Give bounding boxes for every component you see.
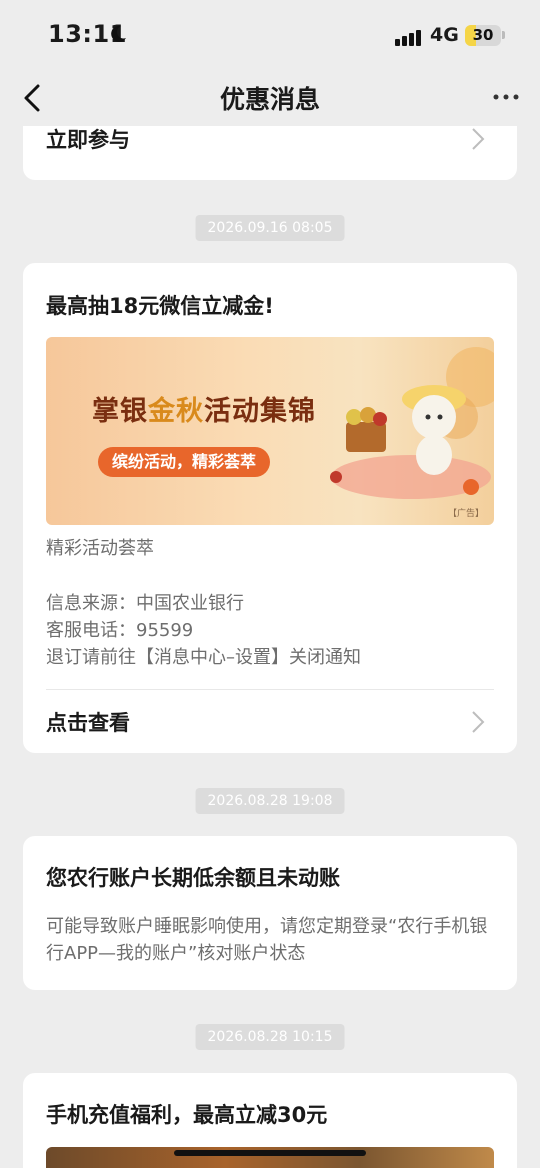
battery-tip [502,31,505,39]
message-title: 您农行账户长期低余额且未动账 [46,866,340,890]
battery-level: 30 [472,26,494,44]
network-label: 4G [430,24,459,46]
nav-bar: 优惠消息 [0,70,540,126]
chevron-right-icon [472,711,485,733]
action-label: 立即参与 [46,128,130,152]
home-indicator [174,1150,366,1156]
battery-icon: 30 [465,25,501,46]
page-title: 优惠消息 [219,85,320,114]
chevron-right-icon [472,128,485,150]
more-icon[interactable] [488,82,524,112]
message-timestamp: 2026.08.28 19:08 [195,788,345,814]
banner-title: 掌银金秋活动集锦 [92,396,316,427]
status-bar: 13:11 4G 30 [0,0,540,70]
message-timestamp: 2026.09.16 08:05 [195,215,345,241]
message-body: 可能导致账户睡眠影响使用，请您定期登录“农行手机银行APP—我的账户”核对账户状… [46,916,488,964]
message-source: 信息来源：中国农业银行 [46,593,244,614]
message-timestamp: 2026.08.28 10:15 [195,1024,345,1050]
banner-subtitle: 缤纷活动，精彩荟萃 [98,447,271,477]
message-title: 最高抽18元微信立减金! [46,294,274,318]
message-card[interactable]: 您农行账户长期低余额且未动账 可能导致账户睡眠影响使用，请您定期登录“农行手机银… [23,836,517,990]
view-details-button[interactable]: 点击查看 [46,691,494,751]
promo-banner[interactable]: 掌银金秋活动集锦 缤纷活动，精彩荟萃 【广告】 [46,337,494,525]
signal-icon [395,27,423,46]
moon-icon [111,25,126,42]
mascot-picnic-illustration [330,347,494,499]
message-unsubscribe: 退订请前往【消息中心–设置】关闭通知 [46,647,361,668]
message-card: 最高抽18元微信立减金! 掌银金秋活动集锦 缤纷活动，精彩荟萃 【广告】 精彩活… [23,263,517,753]
action-label: 点击查看 [46,711,130,735]
divider [46,689,494,690]
message-hotline: 客服电话：95599 [46,620,194,641]
message-summary: 精彩活动荟萃 [46,538,154,559]
message-title: 手机充值福利，最高立减30元 [46,1103,328,1127]
